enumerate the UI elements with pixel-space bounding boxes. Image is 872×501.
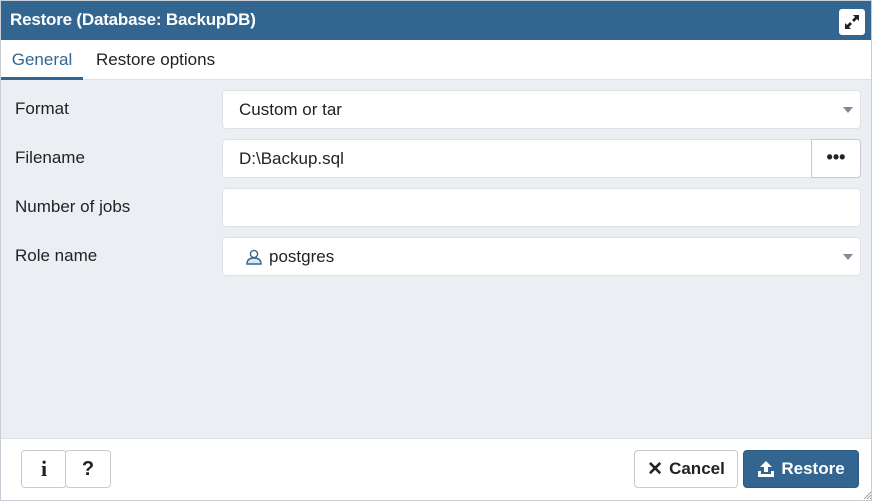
upload-icon xyxy=(758,461,775,477)
cancel-label: Cancel xyxy=(669,459,725,478)
info-icon: i xyxy=(40,456,48,481)
close-icon: ✕ xyxy=(647,458,664,480)
filename-label: Filename xyxy=(15,148,85,167)
resize-grip-icon[interactable] xyxy=(863,491,872,500)
restore-label: Restore xyxy=(781,459,845,478)
tab-general[interactable]: General xyxy=(1,40,83,80)
dialog-title: Restore (Database: BackupDB) xyxy=(10,10,256,29)
role-select[interactable]: postgres xyxy=(222,237,861,276)
cancel-button[interactable]: ✕ Cancel xyxy=(634,450,738,488)
format-label: Format xyxy=(15,99,69,118)
help-button[interactable]: ? xyxy=(65,450,111,488)
more-icon: ••• xyxy=(826,147,846,167)
jobs-label: Number of jobs xyxy=(15,197,131,216)
filename-input[interactable]: D:\Backup.sql xyxy=(222,139,812,178)
tab-restore-options[interactable]: Restore options xyxy=(96,40,215,80)
format-value: Custom or tar xyxy=(239,100,342,119)
maximize-button[interactable] xyxy=(839,9,865,35)
browse-button[interactable]: ••• xyxy=(811,139,861,178)
jobs-input[interactable] xyxy=(222,188,861,227)
dialog-footer: i ? ✕ Cancel Restore xyxy=(1,438,871,500)
expand-icon xyxy=(845,15,859,29)
title-bar[interactable]: Restore (Database: BackupDB) xyxy=(1,1,871,40)
role-label: Role name xyxy=(15,246,98,265)
filename-value: D:\Backup.sql xyxy=(239,149,344,168)
help-icon: ? xyxy=(81,458,95,480)
tab-bar: General Restore options xyxy=(1,40,871,80)
chevron-down-icon xyxy=(843,254,853,260)
restore-button[interactable]: Restore xyxy=(743,450,859,488)
restore-dialog: Restore (Database: BackupDB) General Res… xyxy=(0,0,872,501)
info-button[interactable]: i xyxy=(21,450,67,488)
user-icon xyxy=(246,249,262,265)
role-value: postgres xyxy=(269,247,335,266)
chevron-down-icon xyxy=(843,107,853,113)
format-select[interactable]: Custom or tar xyxy=(222,90,861,129)
